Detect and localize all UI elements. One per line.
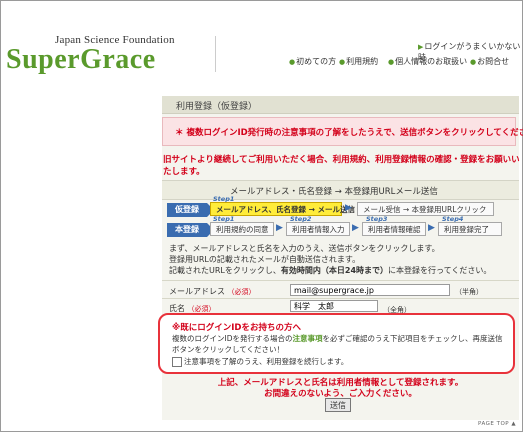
notice-text: ＊ 複数ログインID発行時の注意事項の了解をしたうえで、送信ボタンをクリックして… <box>175 128 523 138</box>
step-header: メールアドレス・氏名登録 → 本登録用URLメール送信 <box>230 187 438 197</box>
hon-label: 本登録 <box>167 223 214 237</box>
step-arrow-icon: ▶ <box>345 203 352 213</box>
name-field[interactable]: 科学 太郎 <box>290 300 378 312</box>
hon-step4: 利用登録完了 <box>438 222 502 236</box>
acknowledge-checkbox[interactable] <box>172 357 182 367</box>
nav-privacy[interactable]: ●個人情報のお取扱い <box>388 56 467 67</box>
existing-id-body: 複数のログインIDを発行する場合の注意事項を必ずご確認のうえ下記項目をチェックし… <box>172 334 503 354</box>
valid-time: 有効時間内（本日24時まで） <box>280 266 389 275</box>
section-title: 利用登録（仮登録） <box>176 102 258 112</box>
existing-id-title: ※既にログインIDをお持ちの方へ <box>172 323 301 333</box>
nav-contact[interactable]: ●お問合せ <box>470 56 509 67</box>
arrow-icon: ● <box>289 58 296 66</box>
hon-step2: 利用者情報入力 <box>286 222 350 236</box>
instruction-line3: 記載されたURLをクリックし、有効時間内（本日24時まで）に本登録を行ってくださ… <box>169 266 492 275</box>
hon-step1: 利用規約の同意 <box>210 222 274 236</box>
required-mark: （必須） <box>187 305 216 313</box>
notice-box: ＊ 複数ログインID発行時の注意事項の了解をしたうえで、送信ボタンをクリックして… <box>162 117 523 146</box>
instructions: まず、メールアドレスと氏名を入力のうえ、送信ボタンをクリックします。 登録用UR… <box>169 243 514 276</box>
acknowledge-label[interactable]: 注意事項を了解のうえ、利用登録を続行します。 <box>184 356 348 367</box>
step-arrow-icon: ▶ <box>428 223 435 233</box>
bottom-message: 上記、メールアドレスと氏名は利用者情報として登録されます。 お間違えのないよう、… <box>217 378 464 399</box>
step-arrow-icon: ▶ <box>276 223 283 233</box>
site-logo[interactable]: SuperGrace <box>6 44 156 76</box>
step-arrow-icon: ▶ <box>352 223 359 233</box>
instruction-line2: 登録用URLの記載されたメールが自動送信されます。 <box>169 255 361 264</box>
kari-step1: メールアドレス、氏名登録 → メール送信 <box>210 202 355 216</box>
kari-step2: メール受信 → 本登録用URLクリック <box>357 202 494 216</box>
instruction-line1: まず、メールアドレスと氏名を入力のうえ、送信ボタンをクリックします。 <box>169 244 440 253</box>
nav-terms[interactable]: ●利用規約 <box>339 56 378 67</box>
arrow-icon: ● <box>339 58 346 66</box>
email-field[interactable]: mail@supergrace.jp <box>290 284 450 296</box>
caution-link[interactable]: 注意事項 <box>293 334 323 343</box>
form-divider <box>162 298 519 299</box>
form-divider <box>162 280 519 281</box>
email-label: メールアドレス （必須） <box>169 287 256 296</box>
send-button[interactable]: 送信 <box>325 398 351 412</box>
page-top-link[interactable]: PAGE TOP ▲ <box>478 421 516 427</box>
arrow-icon: ● <box>470 58 477 66</box>
arrow-icon: ▶ <box>418 43 424 51</box>
section-title-bar: 利用登録（仮登録） <box>162 96 519 114</box>
migration-message: 旧サイトより継続してご利用いただく場合、利用規約、利用登録情報の確認・登録をお願… <box>163 155 520 177</box>
hon-step3: 利用者情報確認 <box>362 222 426 236</box>
nav-first-time[interactable]: ●初めての方 <box>289 56 336 67</box>
header-divider <box>215 36 216 72</box>
kari-label: 仮登録 <box>167 203 214 217</box>
existing-id-notice: ※既にログインIDをお持ちの方へ 複数のログインIDを発行する場合の注意事項を必… <box>158 313 515 374</box>
up-arrow-icon: ▲ <box>511 421 517 427</box>
arrow-icon: ● <box>388 58 395 66</box>
required-mark: （必須） <box>227 288 256 296</box>
email-note: （半角） <box>455 288 483 296</box>
